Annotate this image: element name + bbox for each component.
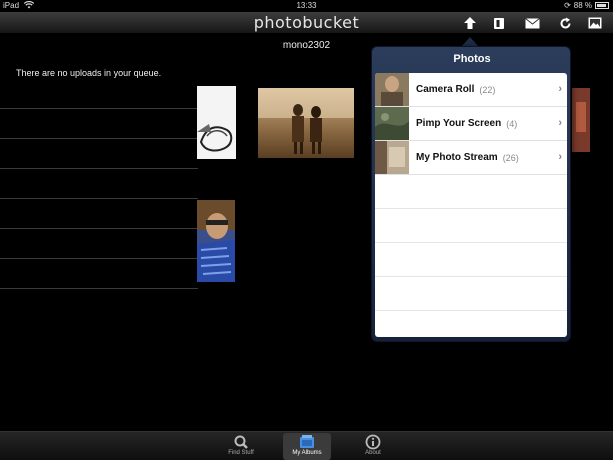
photo-thumbnail[interactable] (572, 88, 590, 152)
album-thumbnail (375, 73, 409, 106)
battery-indicator: ⟳ 88 % (564, 1, 609, 10)
status-time: 13:33 (296, 1, 317, 10)
chevron-right-icon: › (558, 117, 562, 129)
battery-icon (595, 2, 609, 9)
queue-row-divider (0, 108, 198, 109)
empty-row (375, 243, 567, 277)
album-count: (22) (479, 84, 496, 95)
album-count: (4) (506, 118, 518, 129)
queue-row-divider (0, 198, 198, 199)
lock-rotation-icon: ⟳ (564, 1, 571, 10)
tab-my-albums[interactable]: My Albums (283, 433, 331, 460)
photo-thumbnail[interactable] (197, 86, 236, 159)
queue-row-divider (0, 138, 198, 139)
album-row-camera-roll[interactable]: Camera Roll (22) › (375, 73, 567, 107)
empty-row (375, 175, 567, 209)
photos-popover: Photos Camera Roll (22) › Pimp Your Scre… (371, 46, 571, 342)
empty-row (375, 277, 567, 311)
bookmark-icon[interactable] (490, 15, 508, 31)
nav-bar: photobucket (0, 12, 613, 34)
photo-thumbnail[interactable] (197, 200, 235, 282)
battery-percent: 88 % (573, 1, 592, 10)
info-icon (349, 434, 397, 450)
chevron-right-icon: › (558, 151, 562, 163)
tab-about[interactable]: About (349, 433, 397, 460)
albums-icon (283, 434, 331, 450)
photo-thumbnail[interactable] (258, 88, 354, 158)
search-icon (217, 434, 265, 450)
tab-bar: Find Stuff My Albums About (0, 431, 613, 460)
queue-row-divider (0, 228, 198, 229)
album-name: Camera Roll (416, 84, 475, 95)
tab-label: Find Stuff (228, 450, 254, 456)
empty-row (375, 209, 567, 243)
queue-empty-message: There are no uploads in your queue. (16, 68, 162, 78)
album-list: Camera Roll (22) › Pimp Your Screen (4) … (375, 73, 567, 337)
album-row-pimp-your-screen[interactable]: Pimp Your Screen (4) › (375, 107, 567, 141)
tab-find-stuff[interactable]: Find Stuff (217, 433, 265, 460)
chevron-right-icon: › (558, 83, 562, 95)
status-bar: iPad 13:33 ⟳ 88 % (0, 0, 613, 12)
album-thumbnail (375, 107, 409, 140)
mail-icon[interactable] (523, 15, 541, 31)
album-name: Pimp Your Screen (416, 118, 502, 129)
queue-row-divider (0, 258, 198, 259)
album-count: (26) (502, 152, 519, 163)
album-name: My Photo Stream (416, 152, 498, 163)
queue-row-divider (0, 288, 198, 289)
refresh-icon[interactable] (556, 15, 574, 31)
upload-icon[interactable] (461, 15, 479, 31)
album-row-my-photo-stream[interactable]: My Photo Stream (26) › (375, 141, 567, 175)
popover-title: Photos (453, 53, 491, 65)
tab-label: About (365, 450, 381, 456)
app-logo: photobucket (253, 13, 360, 32)
album-thumbnail (375, 141, 409, 174)
photo-icon[interactable] (586, 15, 604, 31)
queue-row-divider (0, 168, 198, 169)
tab-label: My Albums (292, 450, 322, 456)
